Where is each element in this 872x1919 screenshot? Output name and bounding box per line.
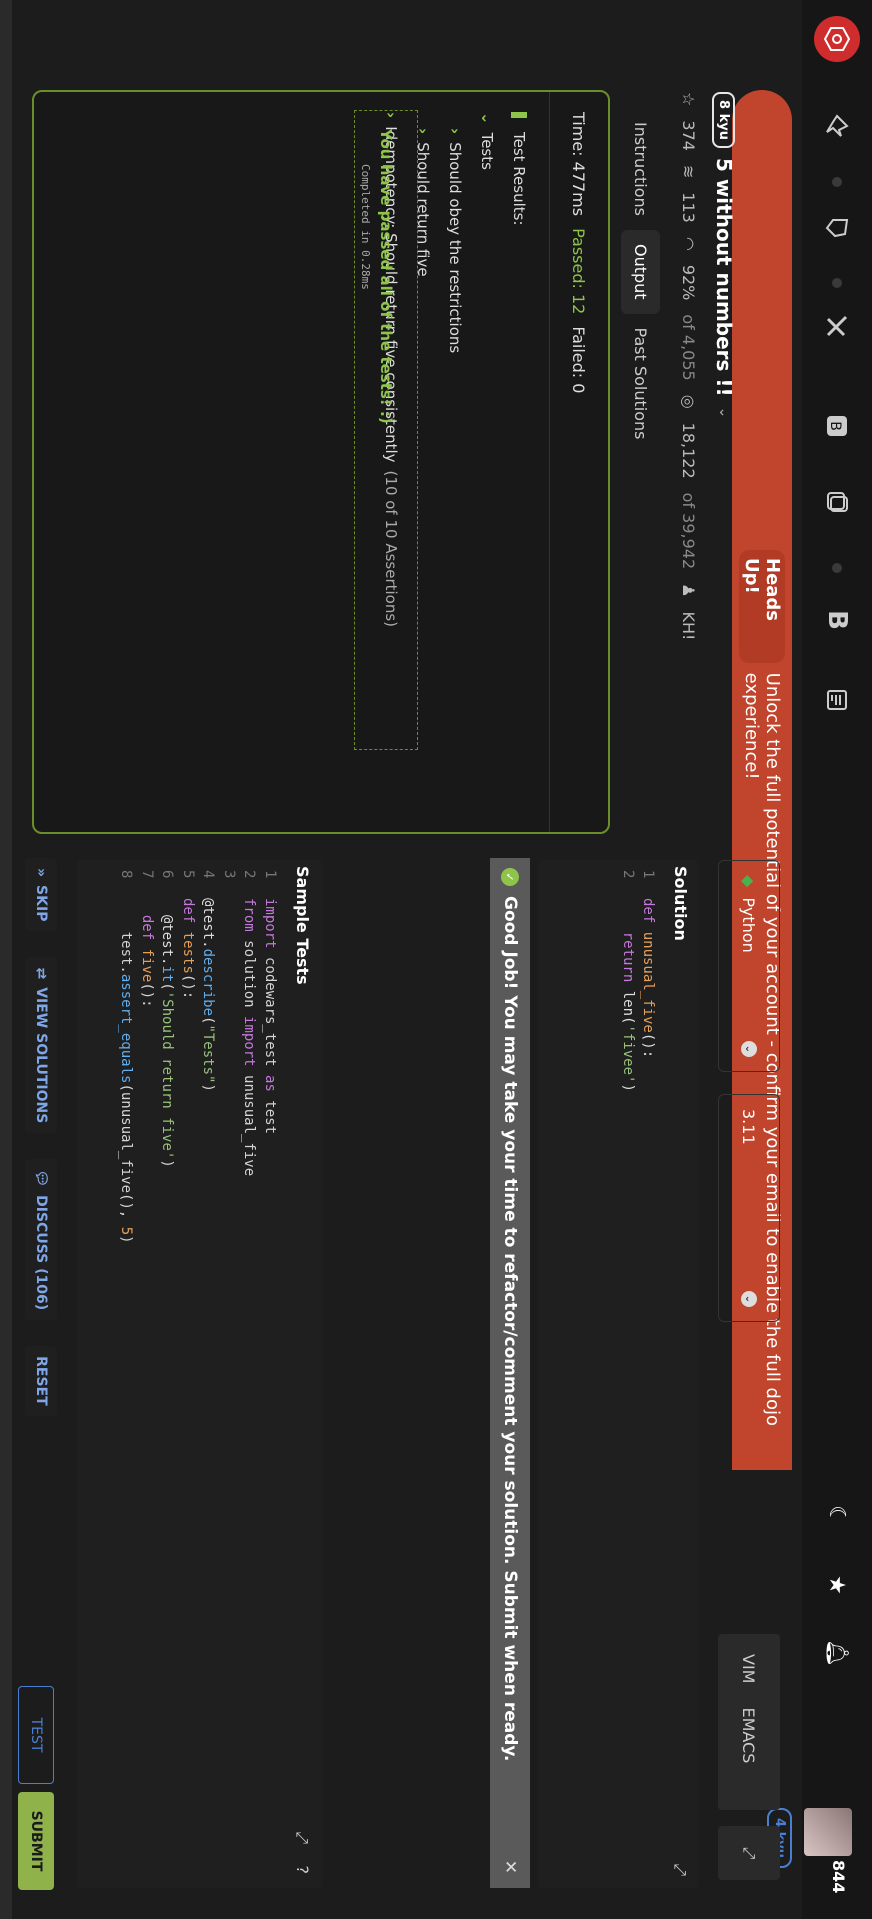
badge-icon[interactable] xyxy=(820,482,854,522)
kata-stats: ☆ 374 ≋ 113 ◠ 92% of 4,055 ◎ 18,122 of 3… xyxy=(679,92,698,640)
test-button[interactable]: TEST xyxy=(18,1686,54,1784)
check-icon: ✓ xyxy=(501,868,519,886)
solution-code[interactable]: 1def unusual_five(): 2 return len('fivee… xyxy=(618,870,658,1092)
collections-count: 113 xyxy=(679,192,698,223)
ninja-icon[interactable] xyxy=(820,106,854,146)
language-value: Python xyxy=(739,897,759,953)
emacs-mode-button[interactable]: EMACS xyxy=(740,1707,759,1763)
bell-icon[interactable]: 🔔︎ xyxy=(820,1636,854,1670)
completions-total: of 39,942 xyxy=(679,492,698,570)
tab-output[interactable]: Output xyxy=(621,229,660,314)
pass-message: You have passed all of the tests! :) xyxy=(377,129,395,424)
satisfaction-icon: ◠ xyxy=(679,236,698,251)
kata-header: 8 kyu 5 without numbers !! ⌄ xyxy=(712,92,736,418)
chevron-down-icon: ⌄ xyxy=(741,1291,757,1307)
discuss-button[interactable]: 💬︎ DISCUSS (106) xyxy=(25,1159,57,1321)
star-outline-icon[interactable]: ☆ xyxy=(679,92,698,106)
submit-button[interactable]: SUBMIT xyxy=(18,1792,54,1890)
test-group[interactable]: ⌄ Tests xyxy=(478,112,496,627)
star-icon[interactable]: ★ xyxy=(820,1568,854,1602)
solution-editor[interactable]: Solution 1def unusual_five(): 2 return l… xyxy=(538,860,698,1888)
tab-instructions[interactable]: Instructions xyxy=(621,108,660,230)
tab-past-solutions[interactable]: Past Solutions xyxy=(621,314,660,454)
language-select[interactable]: ◆ Python ⌄ xyxy=(718,860,780,1072)
kata-title: 5 without numbers !! xyxy=(712,157,736,397)
kata-tabs: Instructions Output Past Solutions xyxy=(621,108,660,454)
expand-icon[interactable]: ⤢ xyxy=(292,1831,312,1844)
output-panel: Time: 477ms Passed: 12 Failed: 0 Test Re… xyxy=(32,90,610,834)
top-nav: B B ☾ ★ 🔔︎ xyxy=(802,0,872,1919)
separator-dot xyxy=(832,278,842,288)
feedback-icon[interactable]: B xyxy=(820,406,854,446)
horizontal-scrollbar[interactable] xyxy=(0,0,12,1919)
test-timing: Time: 477ms Passed: 12 Failed: 0 xyxy=(569,112,588,393)
skip-icon: » xyxy=(33,868,49,878)
honor-count: 844 xyxy=(829,1860,848,1894)
collections-icon[interactable]: ≋ xyxy=(679,165,698,178)
divider xyxy=(549,92,550,832)
action-bar: » SKIP ⇄ VIEW SOLUTIONS 💬︎ DISCUSS (106) RE… xyxy=(25,858,57,1416)
solution-title: Solution xyxy=(671,866,690,941)
version-value: 3.11 xyxy=(739,1109,759,1145)
kata-icon[interactable] xyxy=(820,208,854,248)
separator-dot xyxy=(832,563,842,573)
expand-icon[interactable]: ⤢ xyxy=(670,1863,690,1876)
close-icon[interactable]: ✕ xyxy=(500,1860,520,1874)
version-select[interactable]: 3.11 ⌄ xyxy=(718,1094,780,1322)
time-label: Time: 477ms xyxy=(569,112,588,217)
skip-button[interactable]: » SKIP xyxy=(25,858,57,932)
separator-dot xyxy=(832,177,842,187)
kyu-badge: 8 kyu xyxy=(712,92,736,148)
results-header: Test Results: xyxy=(510,112,528,627)
sample-tests-code[interactable]: 1import codewars_test as test 2from solu… xyxy=(116,870,280,1244)
challenge-icon[interactable] xyxy=(820,306,854,346)
passed-label: Passed: 12 xyxy=(569,228,588,315)
satisfaction-total: of 4,055 xyxy=(679,314,698,381)
completions-count: 18,122 xyxy=(679,422,698,479)
test-item[interactable]: › Should obey the restrictions xyxy=(446,128,464,627)
chevron-down-icon[interactable]: ⌄ xyxy=(716,407,732,419)
banner-tag: Heads Up! xyxy=(739,550,785,663)
satisfaction-rate: 92% xyxy=(679,264,698,301)
sample-tests-editor[interactable]: Sample Tests 1import codewars_test as te… xyxy=(77,860,322,1888)
completions-icon: ◎ xyxy=(679,394,698,409)
author-icon: ♟ xyxy=(679,583,698,598)
stars-count: 374 xyxy=(679,120,698,151)
python-icon: ◆ xyxy=(739,875,759,888)
chevron-right-icon: › xyxy=(446,128,464,135)
svg-text:B: B xyxy=(827,421,843,431)
view-solutions-button[interactable]: ⇄ VIEW SOLUTIONS xyxy=(25,957,57,1134)
good-job-banner: ✓ Good Job! You may take your time to re… xyxy=(490,858,530,1888)
chat-icon: 💬︎ xyxy=(33,1169,49,1188)
bold-icon[interactable]: B xyxy=(820,600,854,640)
fullscreen-icon[interactable]: ⤢ xyxy=(718,1826,780,1880)
keymap-toggle: VIM EMACS xyxy=(718,1634,780,1810)
moon-icon[interactable]: ☾ xyxy=(820,1498,854,1532)
document-icon[interactable] xyxy=(820,680,854,720)
pass-message-box: You have passed all of the tests! :) xyxy=(354,110,418,750)
swap-icon: ⇄ xyxy=(33,967,49,980)
reset-button[interactable]: RESET xyxy=(25,1346,57,1416)
failed-label: Failed: 0 xyxy=(569,326,588,394)
vim-mode-button[interactable]: VIM xyxy=(740,1654,759,1683)
help-icon[interactable]: ? xyxy=(293,1866,312,1875)
logo-icon[interactable] xyxy=(814,16,860,62)
chevron-down-icon: ⌄ xyxy=(478,112,496,125)
good-job-text: Good Job! You may take your time to refa… xyxy=(500,896,520,1762)
avatar[interactable] xyxy=(804,1808,852,1856)
chevron-down-icon: ⌄ xyxy=(741,1041,757,1057)
sample-tests-title: Sample Tests xyxy=(293,866,312,985)
author-name[interactable]: KH! xyxy=(679,611,698,640)
